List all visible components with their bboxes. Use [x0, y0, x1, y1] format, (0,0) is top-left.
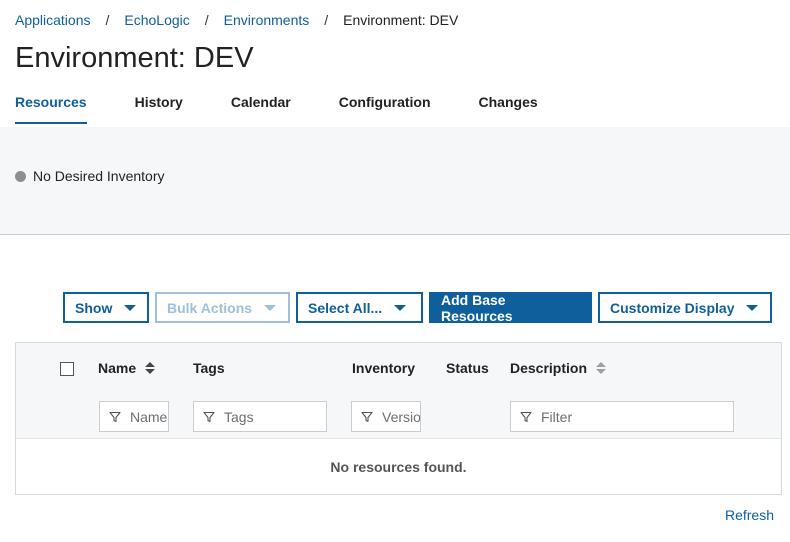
refresh-link[interactable]: Refresh	[725, 507, 774, 523]
show-button-label: Show	[75, 299, 113, 316]
inventory-status-label: No Desired Inventory	[33, 168, 165, 184]
tags-filter-input[interactable]	[224, 408, 326, 425]
tab-bar: Resources History Calendar Configuration…	[15, 94, 538, 124]
name-filter[interactable]	[99, 401, 169, 432]
resource-toolbar: Show Bulk Actions Select All... Add Base…	[63, 291, 778, 324]
chevron-down-icon	[264, 304, 277, 311]
resources-table: Name Tags Inventory Status Description N…	[15, 342, 782, 495]
tab-configuration[interactable]: Configuration	[339, 94, 431, 124]
status-dot-icon	[15, 170, 26, 182]
sort-icon[interactable]	[145, 362, 156, 374]
tab-calendar[interactable]: Calendar	[231, 94, 291, 124]
column-header-description[interactable]: Description	[510, 360, 607, 376]
description-filter-input[interactable]	[541, 408, 733, 425]
breadcrumb-environments-link[interactable]: Environments	[224, 12, 310, 28]
column-header-inventory: Inventory	[352, 360, 415, 376]
column-header-tags: Tags	[193, 360, 225, 376]
filter-icon	[361, 411, 373, 422]
table-header-row: Name Tags Inventory Status Description	[16, 343, 781, 394]
breadcrumb-current: Environment: DEV	[343, 12, 459, 28]
column-header-tags-label: Tags	[193, 360, 225, 376]
chevron-down-icon	[124, 304, 137, 311]
tags-filter[interactable]	[193, 401, 327, 432]
empty-table-message: No resources found.	[330, 459, 467, 475]
filter-icon	[203, 411, 215, 422]
column-header-name[interactable]: Name	[98, 360, 156, 376]
tab-changes[interactable]: Changes	[479, 94, 538, 124]
select-all-label: Select All...	[308, 299, 383, 316]
tab-resources[interactable]: Resources	[15, 94, 87, 124]
breadcrumb-applications-link[interactable]: Applications	[15, 12, 91, 28]
select-all-checkbox[interactable]	[60, 362, 74, 376]
tab-history[interactable]: History	[135, 94, 183, 124]
column-header-name-label: Name	[98, 360, 137, 376]
column-header-status: Status	[446, 360, 489, 376]
select-all-dropdown-button[interactable]: Select All...	[296, 292, 423, 323]
chevron-down-icon	[746, 304, 759, 311]
column-header-status-label: Status	[446, 360, 489, 376]
column-header-inventory-label: Inventory	[352, 360, 416, 376]
bulk-actions-dropdown-button[interactable]: Bulk Actions	[155, 292, 290, 323]
customize-display-label: Customize Display	[610, 299, 735, 316]
breadcrumb-separator: /	[204, 12, 209, 28]
breadcrumb-separator: /	[324, 12, 329, 28]
add-base-resources-label: Add Base Resources	[441, 291, 513, 324]
customize-display-dropdown-button[interactable]: Customize Display	[598, 292, 772, 323]
description-filter[interactable]	[510, 401, 734, 432]
chevron-down-icon	[394, 304, 407, 311]
add-base-resources-button[interactable]: Add Base Resources	[429, 291, 592, 324]
filter-icon	[520, 411, 532, 422]
breadcrumb-echologic-link[interactable]: EchoLogic	[124, 12, 189, 28]
bulk-actions-label: Bulk Actions	[167, 299, 253, 316]
breadcrumb: Applications / EchoLogic / Environments …	[15, 12, 458, 28]
page-title: Environment: DEV	[15, 42, 254, 74]
filter-row	[16, 393, 781, 439]
sort-icon[interactable]	[596, 362, 607, 374]
show-dropdown-button[interactable]: Show	[63, 292, 149, 323]
filter-icon	[109, 411, 121, 422]
inventory-status: No Desired Inventory	[15, 168, 165, 184]
breadcrumb-separator: /	[105, 12, 110, 28]
inventory-filter[interactable]	[351, 401, 421, 432]
name-filter-input[interactable]	[130, 408, 168, 425]
column-header-description-label: Description	[510, 360, 588, 376]
inventory-filter-input[interactable]	[382, 408, 420, 425]
